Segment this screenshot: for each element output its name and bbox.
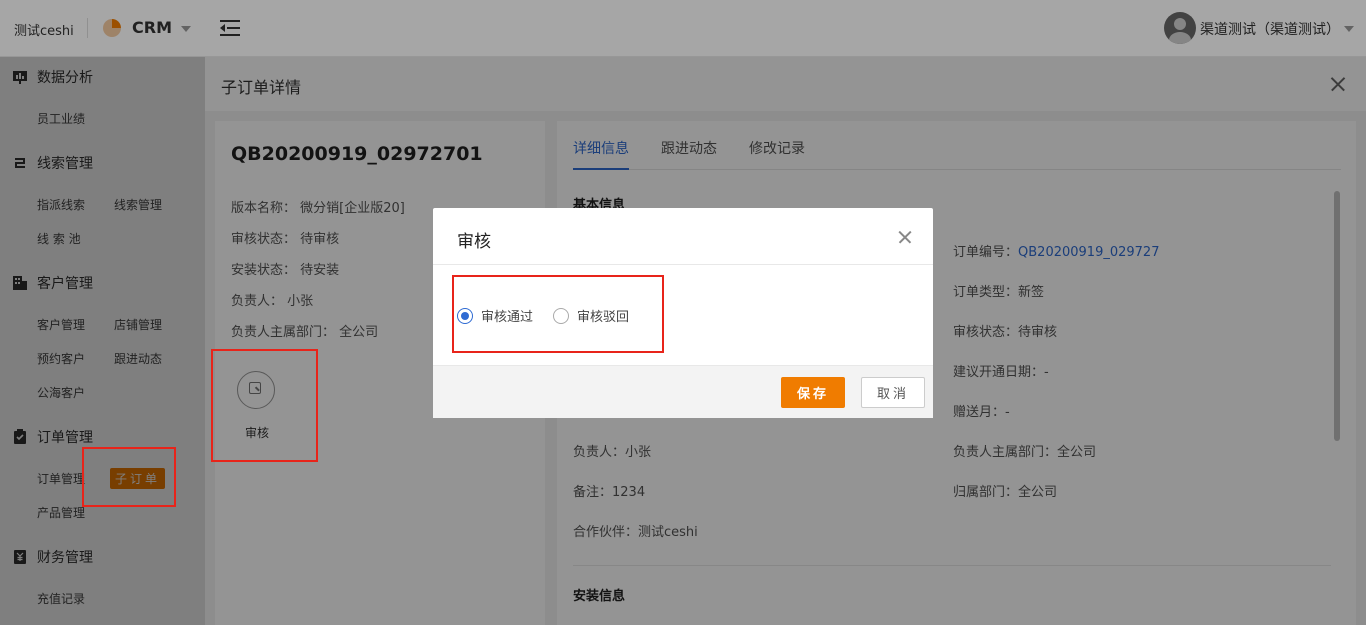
modal-header: 审核 bbox=[433, 208, 933, 265]
sidebar-mask bbox=[0, 57, 205, 625]
highlight-box bbox=[452, 275, 664, 353]
save-button[interactable]: 保存 bbox=[781, 377, 845, 408]
highlight-box bbox=[211, 349, 318, 462]
highlight-box bbox=[82, 447, 176, 507]
modal-title: 审核 bbox=[457, 232, 491, 252]
header-mask bbox=[0, 0, 1366, 57]
close-icon[interactable] bbox=[897, 229, 913, 245]
modal-footer: 保存 取消 bbox=[433, 365, 933, 418]
cancel-button[interactable]: 取消 bbox=[861, 377, 925, 408]
